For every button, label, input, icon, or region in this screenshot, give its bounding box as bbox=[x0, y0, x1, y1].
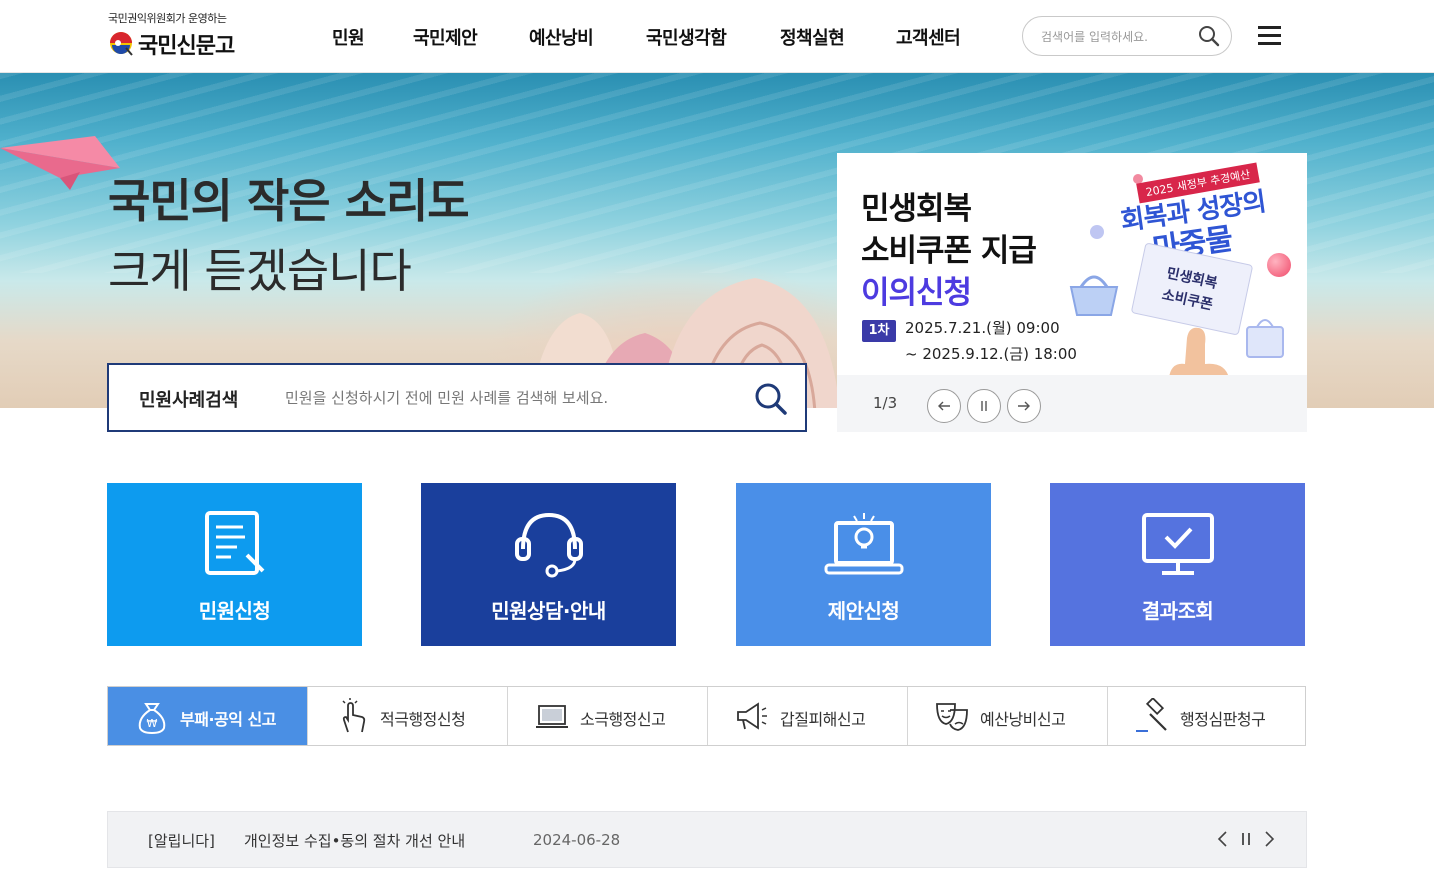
round-badge: 1차 bbox=[862, 320, 896, 342]
quick-item-label: 부패·공익 신고 bbox=[180, 710, 276, 729]
hero-title-line2: 크게 듣겠습니다 bbox=[108, 244, 412, 298]
promo-banner[interactable]: 민생회복 소비쿠폰 지급 이의신청 1차 2025.7.21.(월) 09:00… bbox=[837, 153, 1307, 432]
money-bag-icon: ₩ bbox=[138, 703, 166, 734]
banner-title-line2: 소비쿠폰 지급 bbox=[861, 233, 1037, 269]
shopping-basket-icon bbox=[1069, 275, 1119, 316]
banner-date-end: ~ 2025.9.12.(금) 18:00 bbox=[905, 345, 1077, 363]
banner-title-line1: 민생회복 bbox=[861, 191, 972, 227]
banner-pause-button[interactable] bbox=[967, 389, 1001, 423]
tile-label: 제안신청 bbox=[827, 599, 900, 623]
shopping-bag-icon bbox=[1246, 319, 1284, 358]
svg-text:₩: ₩ bbox=[147, 717, 158, 730]
document-pen-icon bbox=[204, 511, 264, 575]
tile-apply-complaint[interactable]: 민원신청 bbox=[107, 483, 362, 646]
quick-item-label: 소극행정신고 bbox=[580, 710, 666, 729]
decor-dot bbox=[1090, 225, 1104, 239]
masks-icon bbox=[936, 703, 968, 731]
menu-icon[interactable] bbox=[1258, 25, 1282, 47]
case-search-box: 민원사례검색 bbox=[107, 363, 807, 432]
quick-corruption-report[interactable]: ₩ 부패·공익 신고 bbox=[108, 687, 308, 745]
chevron-left-icon[interactable] bbox=[1214, 829, 1232, 849]
gavel-icon bbox=[1136, 698, 1167, 732]
banner-next-button[interactable] bbox=[1007, 389, 1041, 423]
quick-item-label: 행정심판청구 bbox=[1180, 710, 1266, 729]
quick-item-label: 갑질피해신고 bbox=[780, 710, 866, 729]
notice-title-link[interactable]: 개인정보 수집•동의 절차 개선 안내 bbox=[244, 830, 465, 851]
nav-proposal[interactable]: 국민제안 bbox=[413, 24, 478, 50]
notice-date: 2024-06-28 bbox=[533, 831, 621, 849]
decor-ball bbox=[1267, 253, 1291, 277]
header-search bbox=[1022, 16, 1232, 56]
logo-emblem-icon bbox=[110, 32, 133, 56]
logo-subtitle: 국민권익위원회가 운영하는 bbox=[108, 12, 227, 25]
tile-proposal[interactable]: 제안신청 bbox=[736, 483, 991, 646]
search-icon[interactable] bbox=[753, 381, 789, 417]
nav-customer-center[interactable]: 고객센터 bbox=[896, 24, 961, 50]
hero-title-line1: 국민의 작은 소리도 bbox=[108, 174, 470, 228]
monitor-check-icon bbox=[1141, 513, 1214, 575]
banner-date-start: 2025.7.21.(월) 09:00 bbox=[905, 319, 1060, 337]
quick-report-bar: ₩ 부패·공익 신고 적극행정신청 소극행정신고 갑질피해신고 예산낭비신고 행… bbox=[107, 686, 1306, 746]
nav-public-opinion[interactable]: 국민생각함 bbox=[646, 24, 727, 50]
nav-minwon[interactable]: 민원 bbox=[332, 24, 365, 50]
quick-passive-admin-report[interactable]: 소극행정신고 bbox=[508, 687, 708, 745]
banner-title-line3: 이의신청 bbox=[861, 275, 972, 311]
quick-gapjil-report[interactable]: 갑질피해신고 bbox=[708, 687, 908, 745]
nav-policy[interactable]: 정책실현 bbox=[780, 24, 845, 50]
pause-icon[interactable] bbox=[1237, 829, 1255, 849]
case-search-label: 민원사례검색 bbox=[139, 390, 239, 411]
quick-active-admin-request[interactable]: 적극행정신청 bbox=[308, 687, 508, 745]
banner-prev-button[interactable] bbox=[927, 389, 961, 423]
quick-admin-appeal[interactable]: 행정심판청구 bbox=[1108, 687, 1308, 745]
tile-label: 민원신청 bbox=[198, 599, 271, 623]
quick-item-label: 예산낭비신고 bbox=[980, 710, 1066, 729]
search-icon[interactable] bbox=[1197, 24, 1221, 48]
banner-pager: 1/3 bbox=[873, 394, 898, 412]
pause-icon bbox=[981, 401, 987, 411]
laptop-icon bbox=[536, 705, 568, 728]
quick-item-label: 적극행정신청 bbox=[380, 710, 466, 729]
notice-category: [알립니다] bbox=[148, 832, 215, 850]
tile-label: 결과조회 bbox=[1141, 599, 1214, 623]
headset-icon bbox=[514, 512, 583, 578]
site-header: 국민권익위원회가 운영하는 국민신문고 민원 국민제안 예산낭비 국민생각함 정… bbox=[0, 0, 1434, 73]
case-search-input[interactable] bbox=[285, 385, 715, 411]
banner-controls: 1/3 bbox=[837, 375, 1307, 432]
laptop-idea-icon bbox=[824, 513, 903, 575]
arrow-right-icon bbox=[1018, 401, 1030, 411]
hand-click-icon bbox=[342, 698, 366, 733]
site-logo[interactable]: 국민권익위원회가 운영하는 국민신문고 bbox=[108, 10, 268, 65]
nav-budget-waste[interactable]: 예산낭비 bbox=[529, 24, 594, 50]
tile-label: 민원상담·안내 bbox=[491, 599, 606, 623]
chevron-right-icon[interactable] bbox=[1260, 829, 1278, 849]
tile-result-lookup[interactable]: 결과조회 bbox=[1050, 483, 1305, 646]
notice-ticker: [알립니다] 개인정보 수집•동의 절차 개선 안내 2024-06-28 bbox=[107, 811, 1307, 868]
logo-text: 국민신문고 bbox=[138, 33, 235, 59]
quick-budget-waste-report[interactable]: 예산낭비신고 bbox=[908, 687, 1108, 745]
tile-consultation[interactable]: 민원상담·안내 bbox=[421, 483, 676, 646]
header-search-input[interactable] bbox=[1041, 27, 1191, 47]
arrow-left-icon bbox=[938, 401, 950, 411]
megaphone-icon bbox=[737, 702, 767, 730]
